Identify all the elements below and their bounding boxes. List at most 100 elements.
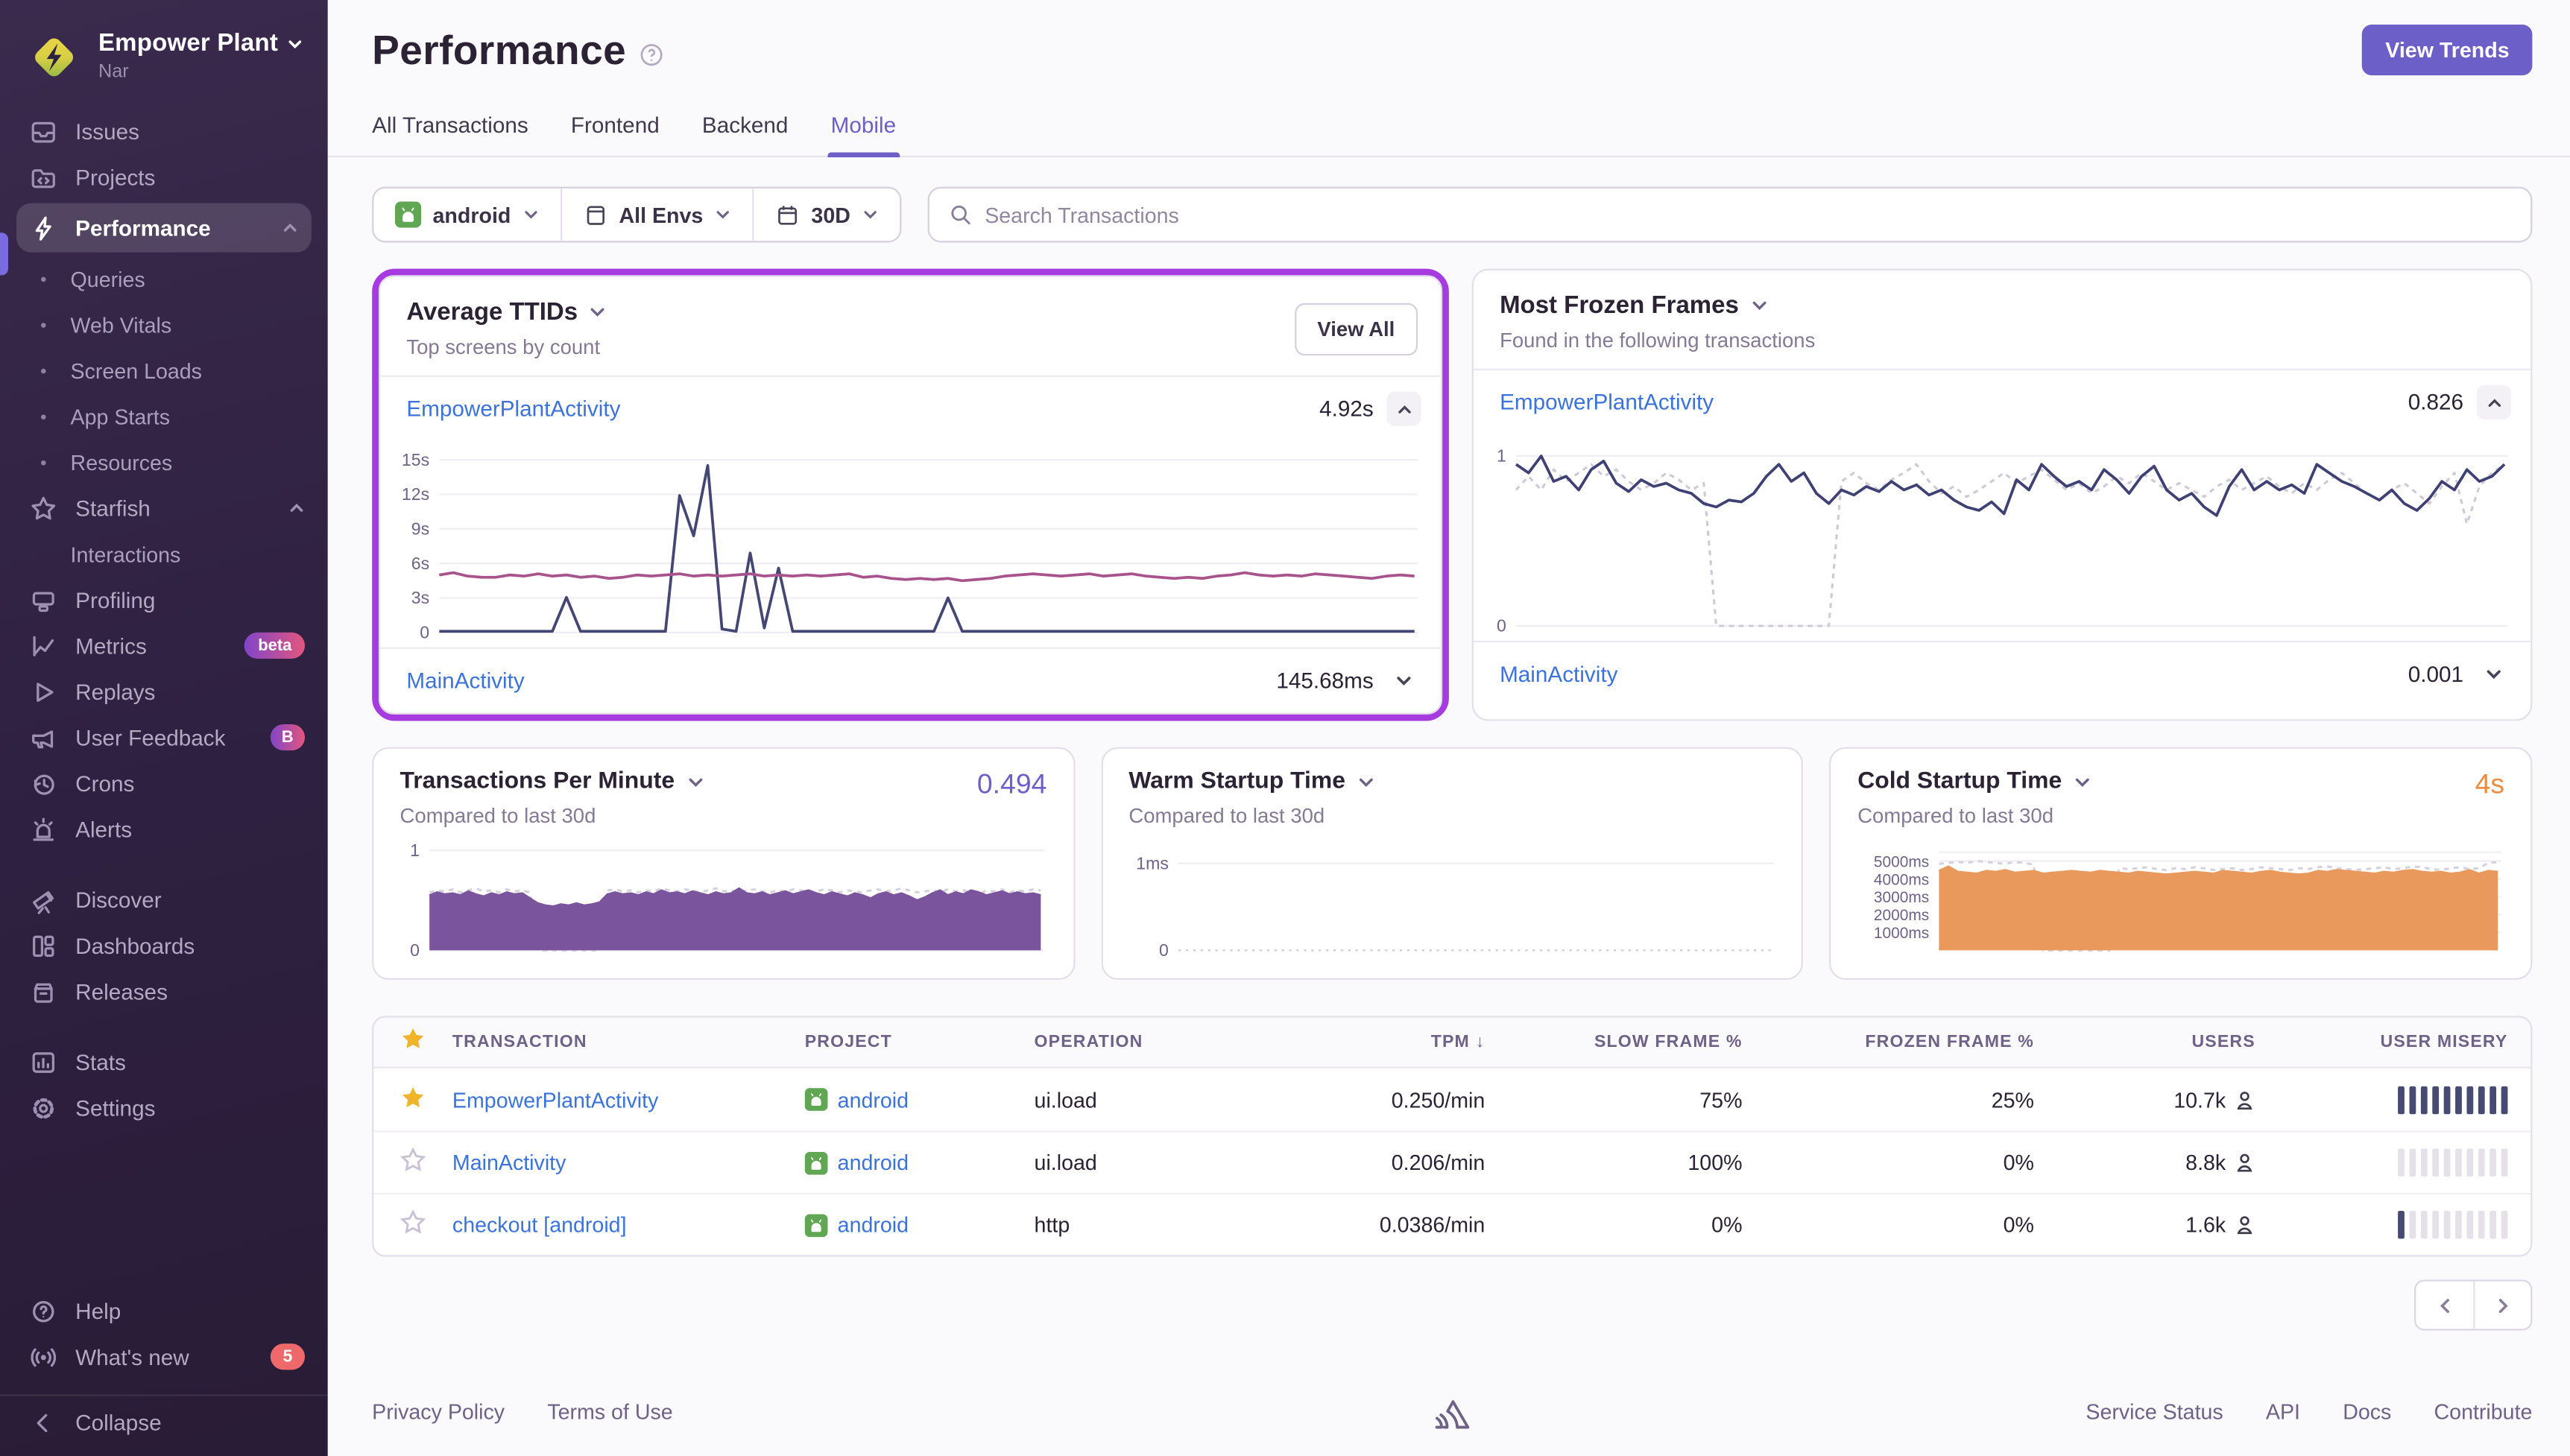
privacy-policy-link[interactable]: Privacy Policy <box>372 1399 505 1424</box>
project-link[interactable]: android <box>838 1150 909 1175</box>
sidebar-item-user-feedback[interactable]: User Feedback B <box>0 715 328 761</box>
sidebar-item-replays[interactable]: Replays <box>0 668 328 715</box>
col-operation[interactable]: OPERATION <box>1035 1032 1248 1051</box>
col-tpm[interactable]: TPM ↓ <box>1247 1032 1485 1051</box>
transaction-link[interactable]: MainActivity <box>406 668 1263 693</box>
chevron-down-icon[interactable] <box>2074 773 2091 791</box>
sidebar-item-stats[interactable]: Stats <box>0 1039 328 1085</box>
sidebar-item-interactions[interactable]: Interactions <box>0 531 328 577</box>
project-link[interactable]: android <box>838 1087 909 1112</box>
collapse-accordion-button[interactable] <box>2477 385 2511 420</box>
sidebar-nav: Issues Projects Performance Queries Web … <box>0 108 328 1130</box>
svg-text:1000ms: 1000ms <box>1875 925 1930 942</box>
chevron-down-icon[interactable] <box>686 773 704 791</box>
contribute-link[interactable]: Contribute <box>2434 1399 2533 1424</box>
sidebar-item-queries[interactable]: Queries <box>0 256 328 302</box>
users-count: 8.8k <box>2185 1150 2226 1175</box>
sidebar-item-issues[interactable]: Issues <box>0 108 328 154</box>
sidebar-item-whats-new[interactable]: What's new 5 <box>0 1334 328 1380</box>
tab-frontend[interactable]: Frontend <box>571 113 660 156</box>
expand-accordion-button[interactable] <box>2477 657 2511 691</box>
chevron-down-icon[interactable] <box>589 303 607 321</box>
col-users[interactable]: USERS <box>2034 1032 2255 1051</box>
clock-icon <box>30 769 57 797</box>
project-filter[interactable]: android <box>373 189 560 241</box>
tab-all-transactions[interactable]: All Transactions <box>372 113 528 156</box>
col-transaction[interactable]: TRANSACTION <box>452 1032 805 1051</box>
org-subtitle: Nar <box>98 63 303 82</box>
sidebar-item-metrics[interactable]: Metrics beta <box>0 623 328 669</box>
sidebar-item-settings[interactable]: Settings <box>0 1085 328 1131</box>
transaction-link[interactable]: MainActivity <box>452 1150 566 1175</box>
sidebar-item-app-starts[interactable]: App Starts <box>0 393 328 440</box>
svg-text:3s: 3s <box>411 588 429 607</box>
transaction-link[interactable]: MainActivity <box>1500 662 2395 686</box>
sidebar-item-profiling[interactable]: Profiling <box>0 577 328 623</box>
warm-startup-widget: Warm Startup Time Compared to last 30d 1… <box>1101 747 1804 980</box>
view-trends-button[interactable]: View Trends <box>2363 25 2533 75</box>
sidebar-item-releases[interactable]: Releases <box>0 969 328 1015</box>
sidebar-item-screen-loads[interactable]: Screen Loads <box>0 347 328 393</box>
sidebar-item-resources[interactable]: Resources <box>0 439 328 485</box>
table-row: checkout [android] android http 0.0386/m… <box>373 1193 2530 1256</box>
tab-backend[interactable]: Backend <box>702 113 789 156</box>
chevron-down-icon[interactable] <box>1750 297 1768 314</box>
sidebar-collapse-button[interactable]: Collapse <box>0 1394 328 1440</box>
page-title: Performance <box>372 28 626 75</box>
chevron-down-icon[interactable] <box>1357 773 1374 791</box>
collapse-accordion-button[interactable] <box>1386 392 1421 426</box>
widget-title[interactable]: Transactions Per Minute <box>400 768 675 794</box>
page-help-icon[interactable] <box>640 42 664 66</box>
widget-title[interactable]: Warm Startup Time <box>1128 768 1345 794</box>
org-name: Empower Plant <box>98 30 278 57</box>
sidebar-item-projects[interactable]: Projects <box>0 154 328 200</box>
user-icon <box>2234 1089 2255 1110</box>
transaction-link[interactable]: checkout [android] <box>452 1212 627 1237</box>
col-project[interactable]: PROJECT <box>805 1032 1035 1051</box>
docs-link[interactable]: Docs <box>2343 1399 2391 1424</box>
previous-page-button[interactable] <box>2416 1282 2473 1329</box>
dashboards-icon <box>30 931 57 959</box>
expand-accordion-button[interactable] <box>1386 664 1421 698</box>
sidebar-item-alerts[interactable]: Alerts <box>0 806 328 852</box>
col-frozen-frame[interactable]: FROZEN FRAME % <box>1743 1032 2034 1051</box>
sidebar-item-discover[interactable]: Discover <box>0 876 328 922</box>
service-status-link[interactable]: Service Status <box>2086 1399 2223 1424</box>
terms-of-use-link[interactable]: Terms of Use <box>547 1399 672 1424</box>
star-toggle[interactable] <box>400 1209 426 1235</box>
sidebar-item-web-vitals[interactable]: Web Vitals <box>0 302 328 348</box>
next-page-button[interactable] <box>2473 1282 2530 1329</box>
org-switcher[interactable]: Empower Plant Nar <box>0 23 328 108</box>
widget-title[interactable]: Average TTIDs <box>406 298 578 326</box>
sidebar-item-crons[interactable]: Crons <box>0 760 328 806</box>
pagination <box>2414 1279 2532 1330</box>
environment-filter[interactable]: All Envs <box>560 189 752 241</box>
search-input[interactable] <box>985 203 2511 227</box>
project-link[interactable]: android <box>838 1212 909 1237</box>
star-toggle[interactable] <box>400 1084 426 1110</box>
star-toggle[interactable] <box>400 1147 426 1173</box>
chevron-up-icon <box>1395 401 1412 417</box>
tab-mobile[interactable]: Mobile <box>831 113 896 156</box>
chevron-up-icon <box>2486 394 2502 411</box>
date-range-filter[interactable]: 30D <box>752 189 900 241</box>
col-user-misery[interactable]: USER MISERY <box>2255 1032 2508 1051</box>
tpm-value: 0.494 <box>977 768 1047 801</box>
transaction-link[interactable]: EmpowerPlantActivity <box>406 396 1306 421</box>
sort-desc-icon: ↓ <box>1476 1032 1486 1051</box>
widget-title[interactable]: Most Frozen Frames <box>1500 291 1739 319</box>
col-slow-frame[interactable]: SLOW FRAME % <box>1485 1032 1742 1051</box>
sidebar-item-help[interactable]: Help <box>0 1288 328 1334</box>
widget-title[interactable]: Cold Startup Time <box>1857 768 2062 794</box>
table-header: TRANSACTION PROJECT OPERATION TPM ↓ SLOW… <box>373 1018 2530 1069</box>
transaction-link[interactable]: EmpowerPlantActivity <box>452 1087 658 1112</box>
api-link[interactable]: API <box>2266 1399 2300 1424</box>
star-filled-icon[interactable] <box>400 1025 426 1051</box>
chevron-left-icon <box>2435 1295 2454 1314</box>
sidebar-item-starfish[interactable]: Starfish <box>0 485 328 531</box>
view-all-button[interactable]: View All <box>1295 303 1418 355</box>
avg-ttids-chart: 15s12s9s6s3s0 <box>390 444 1421 644</box>
sidebar-item-dashboards[interactable]: Dashboards <box>0 922 328 969</box>
transaction-link[interactable]: EmpowerPlantActivity <box>1500 390 2395 414</box>
sidebar-item-performance[interactable]: Performance <box>16 203 312 253</box>
